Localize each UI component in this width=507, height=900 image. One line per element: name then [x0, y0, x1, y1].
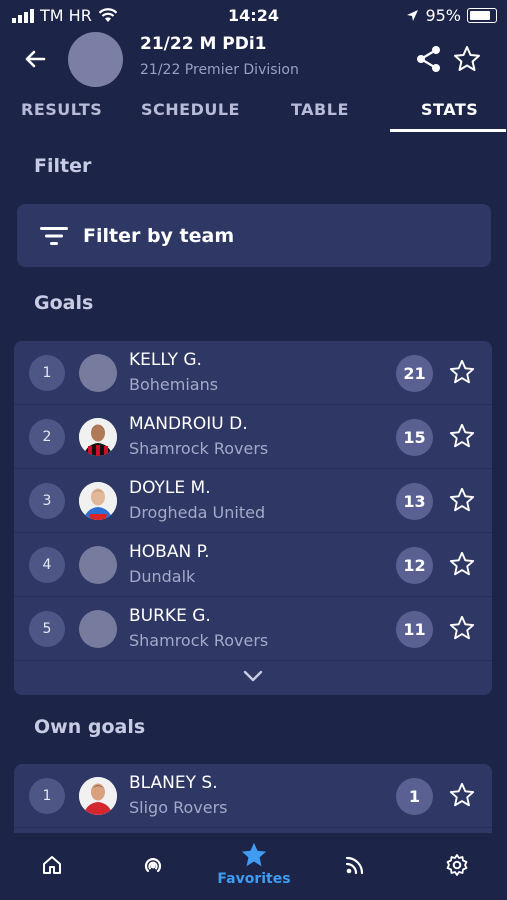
- header: 21/22 M PDi1 21/22 Premier Division: [0, 32, 507, 90]
- goals-section-label: Goals: [34, 292, 94, 314]
- tab-results[interactable]: RESULTS: [21, 100, 102, 119]
- player-team: Sligo Rovers: [129, 798, 228, 817]
- player-name: BLANEY S.: [129, 773, 218, 793]
- goal-count: 21: [396, 355, 433, 392]
- goals-list: 1 KELLY G. Bohemians 21 2 MANDROIU D. Sh…: [14, 341, 492, 695]
- location-icon: [407, 10, 419, 21]
- filter-by-team-button[interactable]: Filter by team: [17, 204, 491, 267]
- player-team: Bohemians: [129, 375, 219, 394]
- favorite-star-icon[interactable]: [452, 44, 482, 74]
- player-name: MANDROIU D.: [129, 414, 248, 434]
- chevron-down-icon: [243, 670, 263, 682]
- tab-stats[interactable]: STATS: [421, 100, 478, 119]
- player-avatar: [79, 354, 117, 392]
- player-avatar-photo: [79, 418, 117, 456]
- star-icon[interactable]: [448, 422, 476, 450]
- page-subtitle: 21/22 Premier Division: [140, 62, 299, 78]
- player-avatar: [79, 546, 117, 584]
- active-tab-indicator: [390, 129, 506, 132]
- player-avatar-photo: [79, 482, 117, 520]
- goals-row[interactable]: 4 HOBAN P. Dundalk 12: [14, 533, 492, 597]
- nav-favorites-label: Favorites: [217, 871, 291, 887]
- player-avatar: [79, 610, 117, 648]
- battery-icon: [467, 8, 497, 23]
- star-icon[interactable]: [448, 781, 476, 809]
- goals-row[interactable]: 3 DOYLE M. Drogheda United 13: [14, 469, 492, 533]
- back-arrow-icon[interactable]: [20, 44, 50, 74]
- player-team: Drogheda United: [129, 503, 266, 522]
- star-icon[interactable]: [448, 550, 476, 578]
- status-right: 95%: [406, 6, 497, 25]
- player-photo-icon: [79, 482, 117, 520]
- rank-badge: 2: [29, 419, 65, 455]
- star-icon[interactable]: [448, 486, 476, 514]
- goals-row[interactable]: 1 KELLY G. Bohemians 21: [14, 341, 492, 405]
- star-icon: [241, 842, 267, 867]
- live-icon[interactable]: [141, 853, 165, 877]
- battery-percent: 95%: [425, 6, 461, 25]
- home-icon[interactable]: [41, 854, 63, 876]
- goals-row[interactable]: 2 MANDROIU D. Shamrock Rovers 15: [14, 405, 492, 469]
- star-icon[interactable]: [448, 358, 476, 386]
- player-name: DOYLE M.: [129, 478, 211, 498]
- goal-count: 13: [396, 483, 433, 520]
- player-avatar-photo: [79, 777, 117, 815]
- player-team: Shamrock Rovers: [129, 631, 269, 650]
- own-goals-row[interactable]: 1 BLANEY S. Sligo Rovers 1: [14, 764, 492, 828]
- rank-badge: 1: [29, 355, 65, 391]
- own-goal-count: 1: [396, 778, 433, 815]
- bottom-nav: Favorites: [0, 833, 507, 900]
- player-photo-icon: [79, 777, 117, 815]
- rank-badge: 4: [29, 547, 65, 583]
- star-icon[interactable]: [448, 614, 476, 642]
- filter-icon: [40, 226, 68, 245]
- tab-schedule[interactable]: SCHEDULE: [141, 100, 240, 119]
- competition-logo: [68, 32, 123, 87]
- player-team: Dundalk: [129, 567, 196, 586]
- tab-bar: RESULTS SCHEDULE TABLE STATS: [0, 100, 507, 134]
- expand-list-button[interactable]: [14, 661, 492, 695]
- player-team: Shamrock Rovers: [129, 439, 269, 458]
- player-name: BURKE G.: [129, 606, 211, 626]
- nav-favorites[interactable]: Favorites: [204, 833, 304, 900]
- own-goals-list: 1 BLANEY S. Sligo Rovers 1: [14, 764, 492, 833]
- tab-table[interactable]: TABLE: [291, 100, 349, 119]
- goal-count: 11: [396, 611, 433, 648]
- rank-badge: 3: [29, 483, 65, 519]
- goal-count: 12: [396, 547, 433, 584]
- feed-icon[interactable]: [345, 855, 365, 875]
- settings-icon[interactable]: [445, 853, 469, 877]
- rank-badge: 1: [29, 778, 65, 814]
- filter-button-label: Filter by team: [83, 224, 235, 247]
- share-icon[interactable]: [414, 44, 444, 74]
- player-name: KELLY G.: [129, 350, 202, 370]
- own-goals-section-label: Own goals: [34, 716, 146, 738]
- status-bar: TM HR 14:24 95%: [0, 0, 507, 32]
- player-name: HOBAN P.: [129, 542, 210, 562]
- page-title: 21/22 M PDi1: [140, 34, 267, 54]
- filter-section-label: Filter: [34, 155, 92, 177]
- goal-count: 15: [396, 419, 433, 456]
- player-photo-icon: [79, 418, 117, 456]
- goals-row[interactable]: 5 BURKE G. Shamrock Rovers 11: [14, 597, 492, 661]
- rank-badge: 5: [29, 611, 65, 647]
